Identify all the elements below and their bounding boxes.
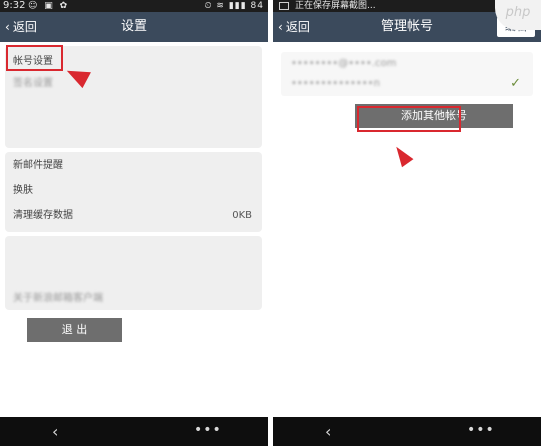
about-card: 关于新浪邮箱客户端: [5, 236, 262, 310]
chevron-left-icon: ‹: [5, 20, 10, 34]
chevron-left-icon: ‹: [278, 20, 283, 34]
status-system-icons: ⏲ ≋ ▮▮▮ 84: [204, 1, 264, 11]
more-icon[interactable]: •••: [194, 417, 222, 444]
about-item[interactable]: 关于新浪邮箱客户端: [13, 292, 252, 306]
account-settings-card: 帐号设置 签名设置: [5, 46, 262, 148]
page-title: 设置: [120, 19, 147, 34]
back-label: 返回: [12, 20, 37, 34]
account-settings-item[interactable]: 帐号设置: [13, 55, 252, 69]
account-item[interactable]: ••••••••@••••.com: [291, 54, 523, 74]
nav-back-icon[interactable]: ‹: [325, 417, 331, 446]
back-button[interactable]: ‹ 返回: [278, 12, 310, 42]
add-account-button[interactable]: 添加其他帐号: [355, 104, 513, 128]
status-time: 9:32: [3, 0, 26, 11]
clear-cache-label: 清理缓存数据: [13, 210, 73, 221]
back-label: 返回: [285, 20, 310, 34]
cache-size: 0KB: [232, 210, 252, 221]
signature-settings-item[interactable]: 签名设置: [13, 77, 252, 91]
title-bar: ‹ 返回 设置: [0, 12, 268, 42]
account-address: ••••••••@••••.com: [291, 58, 397, 69]
new-mail-reminder-item[interactable]: 新邮件提醒: [13, 159, 252, 173]
checkmark-icon: ✓: [510, 76, 521, 91]
nav-back-icon[interactable]: ‹: [52, 417, 58, 446]
more-icon[interactable]: •••: [467, 417, 495, 444]
clear-cache-item[interactable]: 清理缓存数据 0KB: [13, 209, 252, 223]
status-text: 正在保存屏幕截图...: [295, 1, 376, 11]
account-list: ••••••••@••••.com ••••••••••••••n ✓: [281, 52, 533, 96]
skin-item[interactable]: 换肤: [13, 184, 252, 198]
manage-accounts-screen: 正在保存屏幕截图... ‹返回 管理帐号 编辑 ••••••••@••••.co…: [273, 0, 541, 446]
logout-button[interactable]: 退 出: [27, 318, 122, 342]
settings-content: 帐号设置 签名设置 新邮件提醒 换肤 清理缓存数据 0KB 关于新浪邮箱客户端 …: [0, 42, 268, 417]
navigation-bar: ‹ •••: [0, 417, 268, 446]
settings-screen: 9:32 ☺ ▣ ✿ ⏲ ≋ ▮▮▮ 84 ‹ 返回 设置 帐号设置 签名设置 新…: [0, 0, 268, 446]
image-icon: [279, 2, 289, 10]
notification-icons: ☺ ▣ ✿: [28, 1, 70, 11]
accounts-content: ••••••••@••••.com ••••••••••••••n ✓ 添加其他…: [273, 42, 541, 417]
back-button[interactable]: ‹ 返回: [5, 12, 37, 42]
account-address: ••••••••••••••n: [291, 78, 380, 89]
general-settings-card: 新邮件提醒 换肤 清理缓存数据 0KB: [5, 152, 262, 232]
account-item[interactable]: ••••••••••••••n ✓: [291, 74, 523, 94]
status-bar: 9:32 ☺ ▣ ✿ ⏲ ≋ ▮▮▮ 84: [0, 0, 268, 12]
navigation-bar: ‹ •••: [273, 417, 541, 446]
